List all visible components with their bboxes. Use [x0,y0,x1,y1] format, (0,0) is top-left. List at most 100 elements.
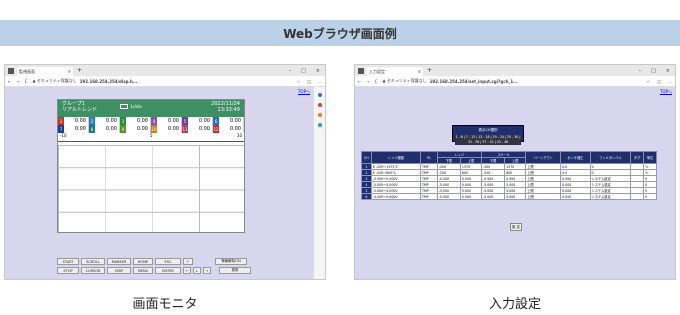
top-link[interactable]: TOPへ [298,89,310,95]
new-tab-icon[interactable]: + [77,67,82,74]
cell-unit: V [643,193,657,200]
col-tag: タグ [630,151,645,164]
window-close-icon[interactable]: × [666,68,670,74]
col-sensor: センサ補正 [560,151,591,164]
url-text: 192.168.254.254/set_input.cgi?gch_1... [429,78,518,84]
channel-cell: 2 0.00 [89,117,120,125]
back-icon[interactable]: ← [358,79,361,84]
minimize-icon[interactable]: – [289,68,292,74]
page-title-banner: Webブラウザ画面例 [0,20,680,46]
channel-cell: 12 0.00 [213,125,244,133]
control-button[interactable]: ↓ [193,267,201,274]
address-bar: ← → C ▲ セキュリティ保護なし 192.168.254.254/disp.… [5,76,325,87]
col-filter: フィルタレベル [589,151,632,164]
maximize-icon[interactable]: □ [651,68,656,74]
channel-value: 0.00 [74,118,86,124]
channel-value: 0.00 [198,118,210,124]
cell-ri[interactable]: TMP [419,193,438,200]
control-button[interactable]: → [203,267,211,274]
maximize-icon[interactable]: □ [301,68,306,74]
channel-value: 0.00 [167,118,179,124]
cell-bo[interactable]: 上限 [525,193,562,200]
control-button[interactable]: ← [183,267,191,274]
browser-tab[interactable]: 監視画面 × [17,67,73,76]
control-button[interactable]: SCROLL [81,258,105,265]
control-button[interactable]: 更新 [219,267,251,274]
url-field[interactable]: ▲ セキュリティ保護なし 192.168.254.254/disp.h... [33,78,138,84]
channel-value: 0.00 [136,118,148,124]
cell-sl[interactable]: -5.000 [481,193,506,200]
control-button[interactable]: ESC [155,258,181,265]
star-icon[interactable]: ☆ [647,79,651,84]
scale-mid: 5 [150,133,153,138]
more-icon[interactable]: … [318,79,322,84]
control-button[interactable]: ENTER [155,267,181,274]
control-button[interactable]: ↑ [183,258,193,265]
control-button[interactable]: HOME [133,258,153,265]
control-button[interactable]: 警報解除ON [215,258,247,265]
left-caption: 画面モニタ [132,297,198,312]
display-mode: リアルトレンド [62,107,97,113]
control-button[interactable]: STOP [57,267,79,274]
cell-tag[interactable] [630,193,645,200]
cell-ch: 6 [361,193,372,200]
security-warning: ▲ セキュリティ保護なし [32,78,77,83]
time-label: 13:33:49 [217,107,240,113]
cell-su[interactable]: 5.000 [504,193,527,200]
outlook-icon[interactable] [317,123,322,127]
close-icon[interactable]: × [68,69,71,74]
favorites-icon[interactable] [317,103,322,107]
cell-range[interactable]: -5.000〜5.000V [370,193,421,200]
monitor-screenshot: 監視画面 × + – □ × ← → C ▲ セキュリティ保護なし 192.16… [4,64,326,280]
control-button[interactable]: DISP [107,267,131,274]
scale-bar: -10 5 10 [58,133,244,142]
page-title: Webブラウザ画面例 [283,26,397,41]
extension-icon[interactable]: ◫ [657,79,661,84]
office-icon[interactable] [317,113,322,117]
cell-sc[interactable]: 0.000 [560,193,591,200]
url-field[interactable]: ▲ セキュリティ保護なし 192.168.254.254/set_input.c… [383,78,518,84]
cell-fl[interactable]: システム設定 [589,193,632,200]
channel-cell: 9 0.00 [120,125,151,133]
control-buttons-row-1: START SCROLL MARKER HOME ESC ↑ 警報解除ON [57,258,247,265]
set-button[interactable]: 設 定 [510,223,522,231]
monitor-page: TOPへ グループ1 リアルトレンド 1s/div 2022/11/24 13:33… [5,87,313,279]
address-bar: ← → C ▲ セキュリティ保護なし 192.168.254.254/set_i… [355,76,675,87]
control-button[interactable]: START [57,258,79,265]
control-button[interactable]: MENU [133,267,153,274]
cell-rl[interactable]: -5.000 [436,193,461,200]
scale-max: 10 [236,133,242,138]
forward-icon[interactable]: → [366,79,369,84]
tab-title: 入力設定 [369,68,385,74]
browser-tab[interactable]: 入力設定 × [367,67,423,76]
channel-cell: 7 0.00 [58,125,89,133]
close-icon[interactable]: × [418,69,421,74]
top-link[interactable]: TOPへ [660,89,672,95]
control-buttons-row-2: STOP CURSOR DISP MENU ENTER ← ↓ → 更新 [57,267,251,274]
window-close-icon[interactable]: × [316,68,320,74]
control-button[interactable]: CURSOR [81,267,105,274]
search-icon[interactable] [317,93,322,97]
col-ch: CH [361,151,372,164]
channel-value: 0.00 [74,126,86,132]
channel-cell: 11 0.00 [182,125,213,133]
back-icon[interactable]: ← [8,79,11,84]
interval-label: 1s/div [130,104,142,109]
forward-icon[interactable]: → [16,79,19,84]
trend-grid [58,145,244,232]
channel-cell: 5 0.00 [182,117,213,125]
new-tab-icon[interactable]: + [427,67,432,74]
reload-icon[interactable]: C [375,79,378,84]
col-burnout: バーンアウト [525,151,562,164]
cell-ru[interactable]: 5.000 [459,193,483,200]
reload-icon[interactable]: C [25,79,28,84]
table-row: 6 -5.000〜5.000V TMP -5.000 5.000 -5.000 5.000 上… [361,193,657,200]
extension-icon[interactable]: ◫ [307,79,311,84]
more-icon[interactable]: … [668,79,672,84]
minimize-icon[interactable]: – [639,68,642,74]
control-button[interactable]: MARKER [107,258,131,265]
selector-range-links[interactable]: 1 - 6 | 7 - 12 | 13 - 18 | 19 - 24 | 25 … [455,135,521,145]
right-caption: 入力設定 [488,297,541,312]
star-icon[interactable]: ☆ [297,79,301,84]
scale-min: -10 [60,133,67,138]
